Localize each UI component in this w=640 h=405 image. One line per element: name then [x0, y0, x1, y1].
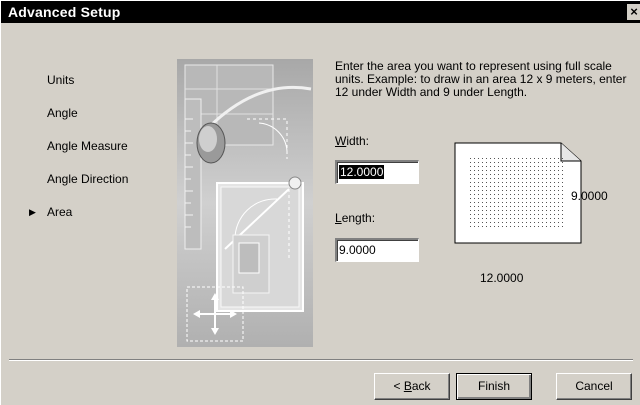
preview-width-value: 12.0000 — [480, 271, 524, 285]
back-button[interactable]: < Back — [374, 373, 450, 400]
title-bar: Advanced Setup × — [1, 1, 640, 23]
step-label: Angle Measure — [47, 139, 128, 153]
step-label: Angle Direction — [47, 172, 129, 186]
window-title: Advanced Setup — [8, 4, 121, 20]
close-button[interactable]: × — [627, 4, 640, 20]
step-label: Area — [47, 205, 73, 219]
width-value: 12.0000 — [339, 165, 385, 179]
close-icon: × — [630, 4, 638, 19]
cancel-button[interactable]: Cancel — [556, 373, 632, 400]
area-preview — [453, 141, 583, 245]
advanced-setup-dialog: Advanced Setup × Units Angle Angle Measu… — [0, 0, 640, 405]
preview-length-value: 9.0000 — [571, 189, 608, 203]
instruction-text: Enter the area you want to represent usi… — [335, 59, 627, 99]
step-label: Units — [47, 73, 75, 87]
wizard-illustration — [177, 59, 313, 347]
current-step-arrow-icon: ▶ — [29, 207, 36, 217]
length-input[interactable]: 9.0000 — [335, 238, 419, 262]
separator — [9, 359, 633, 361]
step-label: Angle — [47, 106, 78, 120]
width-input[interactable]: 12.0000 — [335, 160, 419, 184]
finish-button[interactable]: Finish — [456, 373, 532, 400]
length-label: Length: — [335, 211, 376, 225]
length-value: 9.0000 — [339, 243, 376, 257]
width-label: Width: — [335, 134, 370, 148]
